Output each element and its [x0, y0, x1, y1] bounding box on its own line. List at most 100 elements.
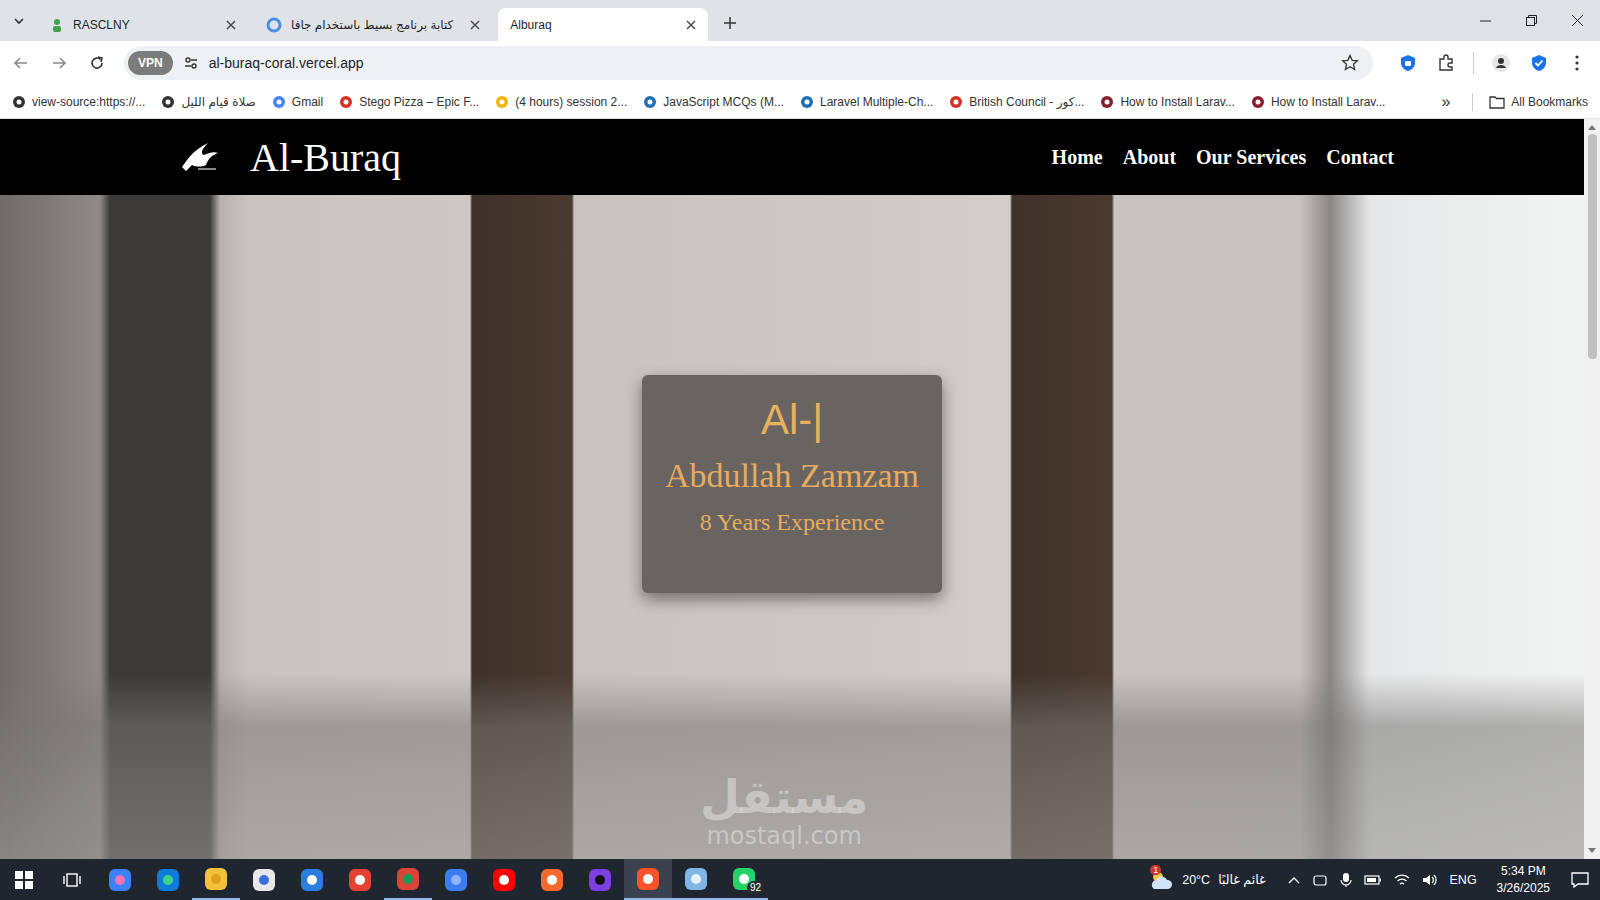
app-icon [540, 868, 564, 892]
copilot-icon [108, 868, 132, 892]
taskbar-app[interactable] [384, 859, 432, 900]
bookmark-item[interactable]: How to Install Larav... [1100, 95, 1235, 109]
more-bookmarks-button[interactable]: » [1435, 93, 1456, 111]
volume-icon[interactable] [1422, 873, 1438, 887]
bookmark-label: JavaScript MCQs (M... [663, 95, 784, 109]
extensions-button[interactable] [1429, 46, 1463, 80]
bookmark-favicon-icon [272, 95, 286, 109]
taskbar-app[interactable] [672, 859, 720, 900]
input-language[interactable]: ENG [1450, 873, 1477, 887]
page-scrollbar[interactable] [1584, 119, 1600, 859]
brand-name[interactable]: Al-Buraq [250, 134, 401, 181]
task-view-icon [62, 871, 82, 889]
microphone-icon[interactable] [1340, 872, 1352, 888]
menu-button[interactable] [1560, 46, 1594, 80]
nav-link[interactable]: About [1123, 146, 1176, 169]
bookmark-favicon-icon [643, 95, 657, 109]
forward-button[interactable] [42, 46, 76, 80]
bookmark-label: Laravel Multiple-Ch... [820, 95, 933, 109]
back-button[interactable] [4, 46, 38, 80]
clock-time: 5:34 PM [1501, 863, 1546, 879]
address-bar[interactable]: VPN al-buraq-coral.vercel.app [124, 46, 1373, 80]
task-view-button[interactable] [48, 859, 96, 900]
nav-link[interactable]: Contact [1326, 146, 1394, 169]
bookmark-favicon-icon [949, 95, 963, 109]
battery-icon[interactable] [1364, 874, 1382, 886]
taskbar: 92 120°Cغائم غالبًا ENG 5:34 PM3/26/2025 [0, 859, 1600, 900]
taskbar-app[interactable] [288, 859, 336, 900]
bookmark-label: view-source:https://... [32, 95, 145, 109]
browser-tab[interactable]: RASCLNY [38, 8, 248, 41]
nav-link[interactable]: Home [1052, 146, 1103, 169]
watermark-arabic: مستقل [700, 772, 868, 823]
taskbar-app[interactable]: 92 [720, 859, 768, 900]
bookmark-label: (4 hours) session 2... [515, 95, 627, 109]
taskbar-app[interactable] [240, 859, 288, 900]
watermark-latin: mostaql.com [706, 823, 861, 849]
minimize-button[interactable] [1462, 0, 1508, 41]
bookmark-item[interactable]: JavaScript MCQs (M... [643, 95, 784, 109]
nav-link[interactable]: Our Services [1196, 146, 1306, 169]
taskbar-app[interactable] [96, 859, 144, 900]
security-extension-button[interactable] [1522, 46, 1556, 80]
taskbar-app[interactable] [624, 859, 672, 900]
bookmark-favicon-icon [495, 95, 509, 109]
bookmark-item[interactable]: Gmail [272, 95, 323, 109]
puzzle-icon [1437, 54, 1455, 72]
taskbar-app[interactable] [480, 859, 528, 900]
bookmark-item[interactable]: Stego Pizza – Epic F... [339, 95, 479, 109]
shield-icon [1399, 54, 1417, 72]
close-tab-icon[interactable] [686, 20, 696, 30]
browser-tab[interactable]: Alburaq [498, 8, 708, 41]
close-tab-icon[interactable] [226, 20, 236, 30]
reload-icon [89, 55, 105, 71]
new-tab-button[interactable] [714, 5, 746, 41]
system-tray: 120°Cغائم غالبًا ENG 5:34 PM3/26/2025 [1148, 863, 1600, 895]
url-text[interactable]: al-buraq-coral.vercel.app [209, 55, 364, 71]
weather-badge: 1 [1150, 865, 1161, 875]
close-window-button[interactable] [1554, 0, 1600, 41]
all-bookmarks-button[interactable]: All Bookmarks [1489, 95, 1588, 109]
back-arrow-icon [13, 55, 29, 71]
shield-extension-button[interactable] [1391, 46, 1425, 80]
taskbar-app[interactable] [144, 859, 192, 900]
vpn-badge[interactable]: VPN [128, 51, 173, 75]
bookmark-item[interactable]: (4 hours) session 2... [495, 95, 627, 109]
scroll-up-icon[interactable] [1588, 124, 1596, 130]
reload-button[interactable] [80, 46, 114, 80]
scroll-down-icon[interactable] [1588, 848, 1596, 854]
clock[interactable]: 5:34 PM3/26/2025 [1489, 863, 1558, 895]
wifi-icon[interactable] [1394, 873, 1410, 887]
chevron-down-icon [13, 15, 25, 27]
forward-arrow-icon [51, 55, 67, 71]
show-hidden-icons-icon[interactable] [1288, 876, 1300, 884]
site-settings-icon[interactable] [183, 55, 199, 71]
taskbar-app[interactable] [528, 859, 576, 900]
taskbar-app[interactable] [576, 859, 624, 900]
bookmark-item[interactable]: view-source:https://... [12, 95, 145, 109]
hero-name: Abdullah Zamzam [665, 457, 919, 495]
browser-tab[interactable]: كتابة برنامج بسيط باستخدام جافا [254, 8, 492, 41]
bookmark-item[interactable]: British Council - كور... [949, 95, 1084, 109]
start-button[interactable] [0, 859, 48, 900]
edge-icon [156, 868, 180, 892]
taskbar-app[interactable] [432, 859, 480, 900]
taskbar-app[interactable] [336, 859, 384, 900]
bookmark-star-icon[interactable] [1341, 54, 1359, 72]
weather-condition: غائم غالبًا [1218, 872, 1265, 887]
notifications-icon[interactable] [1570, 871, 1590, 889]
bookmark-item[interactable]: Laravel Multiple-Ch... [800, 95, 933, 109]
meet-now-icon[interactable] [1312, 872, 1328, 888]
bookmark-item[interactable]: صلاة قيام الليل [161, 95, 255, 109]
winged-horse-logo-icon[interactable] [178, 137, 222, 177]
bookmark-item[interactable]: How to Install Larav... [1251, 95, 1386, 109]
tab-label: Alburaq [510, 18, 669, 32]
profile-button[interactable] [1484, 46, 1518, 80]
scroll-thumb[interactable] [1588, 134, 1597, 359]
taskbar-app[interactable] [192, 859, 240, 900]
restore-button[interactable] [1508, 0, 1554, 41]
close-tab-icon[interactable] [470, 20, 480, 30]
hero-card: Al-|Abdullah Zamzam8 Years Experience [642, 375, 942, 593]
tab-search-button[interactable] [0, 0, 38, 41]
weather-widget[interactable]: 120°Cغائم غالبًا [1148, 869, 1265, 891]
